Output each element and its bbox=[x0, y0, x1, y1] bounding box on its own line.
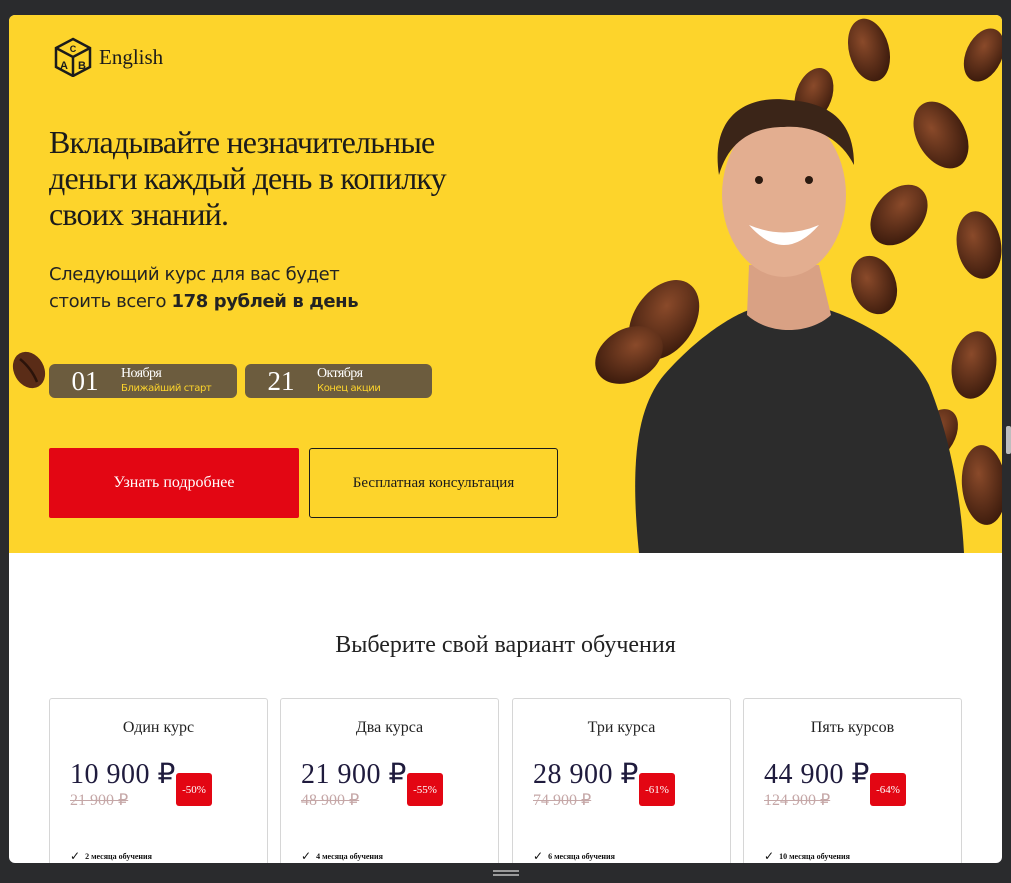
plan-price: 21 900 ₽ bbox=[301, 759, 407, 790]
plan-card[interactable]: Пять курсов 44 900 ₽ 124 900 ₽ -64% ✓ 10… bbox=[743, 698, 962, 863]
plan-old-price: 74 900 ₽ bbox=[533, 792, 592, 809]
plan-feature-text: 10 месяца обучения bbox=[779, 851, 850, 861]
promo-end-month: Октября bbox=[317, 366, 363, 381]
plan-card[interactable]: Два курса 21 900 ₽ 48 900 ₽ -55% ✓ 4 мес… bbox=[280, 698, 499, 863]
logo[interactable]: C A B English bbox=[53, 37, 163, 77]
resize-grip-icon[interactable] bbox=[493, 870, 519, 876]
hero-section: C A B English Вкладывайте незначительные… bbox=[9, 15, 1002, 553]
plan-feature: ✓ 6 месяца обучения bbox=[533, 849, 615, 863]
hero-subtitle: Следующий курс для вас будет стоить всег… bbox=[49, 261, 389, 315]
promo-end-date-box: 21 Октября Конец акции bbox=[245, 364, 432, 398]
landing-page: C A B English Вкладывайте незначительные… bbox=[9, 15, 1002, 863]
start-date-day: 01 bbox=[71, 365, 99, 396]
plan-feature: ✓ 4 месяца обучения bbox=[301, 849, 383, 863]
plan-feature-text: 4 месяца обучения bbox=[316, 851, 383, 861]
plan-feature-text: 6 месяца обучения bbox=[548, 851, 615, 861]
plans-title: Выберите свой вариант обучения bbox=[335, 632, 676, 658]
plan-name: Два курса bbox=[355, 719, 424, 736]
check-icon: ✓ bbox=[764, 849, 775, 863]
plan-feature: ✓ 10 месяца обучения bbox=[764, 849, 850, 863]
promo-end-note: Конец акции bbox=[317, 383, 381, 394]
svg-text:A: A bbox=[60, 60, 68, 72]
free-consultation-button[interactable]: Бесплатная консультация bbox=[309, 448, 558, 518]
plan-old-price: 124 900 ₽ bbox=[764, 792, 831, 809]
plan-feature: ✓ 2 месяца обучения bbox=[70, 849, 152, 863]
learn-more-button[interactable]: Узнать подробнее bbox=[49, 448, 299, 518]
svg-text:B: B bbox=[78, 60, 86, 72]
plan-price: 10 900 ₽ bbox=[70, 759, 176, 790]
plan-name: Пять курсов bbox=[810, 719, 895, 736]
plan-old-price: 21 900 ₽ bbox=[70, 792, 129, 809]
coffee-bean-icon bbox=[12, 351, 46, 389]
plan-card[interactable]: Один курс 10 900 ₽ 21 900 ₽ -50% ✓ 2 мес… bbox=[49, 698, 268, 863]
hero-title: Вкладывайте незначительные деньги каждый… bbox=[49, 124, 447, 232]
check-icon: ✓ bbox=[301, 849, 312, 863]
plan-name: Три курса bbox=[587, 719, 656, 736]
plan-old-price: 48 900 ₽ bbox=[301, 792, 360, 809]
hero-subtitle-highlight: 178 рублей в день bbox=[171, 291, 359, 312]
plan-price: 44 900 ₽ bbox=[764, 759, 870, 790]
plan-name: Один курс bbox=[122, 719, 195, 736]
discount-badge: -55% bbox=[407, 773, 443, 806]
discount-badge: -50% bbox=[176, 773, 212, 806]
start-date-note: Ближайший старт bbox=[121, 383, 212, 394]
promo-end-day: 21 bbox=[267, 365, 295, 396]
check-icon: ✓ bbox=[533, 849, 544, 863]
start-date-month: Ноября bbox=[121, 366, 162, 381]
plan-card[interactable]: Три курса 28 900 ₽ 74 900 ₽ -61% ✓ 6 мес… bbox=[512, 698, 731, 863]
start-date-box: 01 Ноября Ближайший старт bbox=[49, 364, 237, 398]
svg-text:C: C bbox=[70, 44, 77, 54]
plan-feature-text: 2 месяца обучения bbox=[85, 851, 152, 861]
abc-cube-icon: C A B bbox=[53, 37, 93, 77]
language-label: English bbox=[99, 44, 164, 69]
hero-photo bbox=[595, 18, 1002, 553]
scrollbar-thumb[interactable] bbox=[1006, 426, 1011, 454]
check-icon: ✓ bbox=[70, 849, 81, 863]
discount-badge: -61% bbox=[639, 773, 675, 806]
discount-badge: -64% bbox=[870, 773, 906, 806]
plan-price: 28 900 ₽ bbox=[533, 759, 639, 790]
